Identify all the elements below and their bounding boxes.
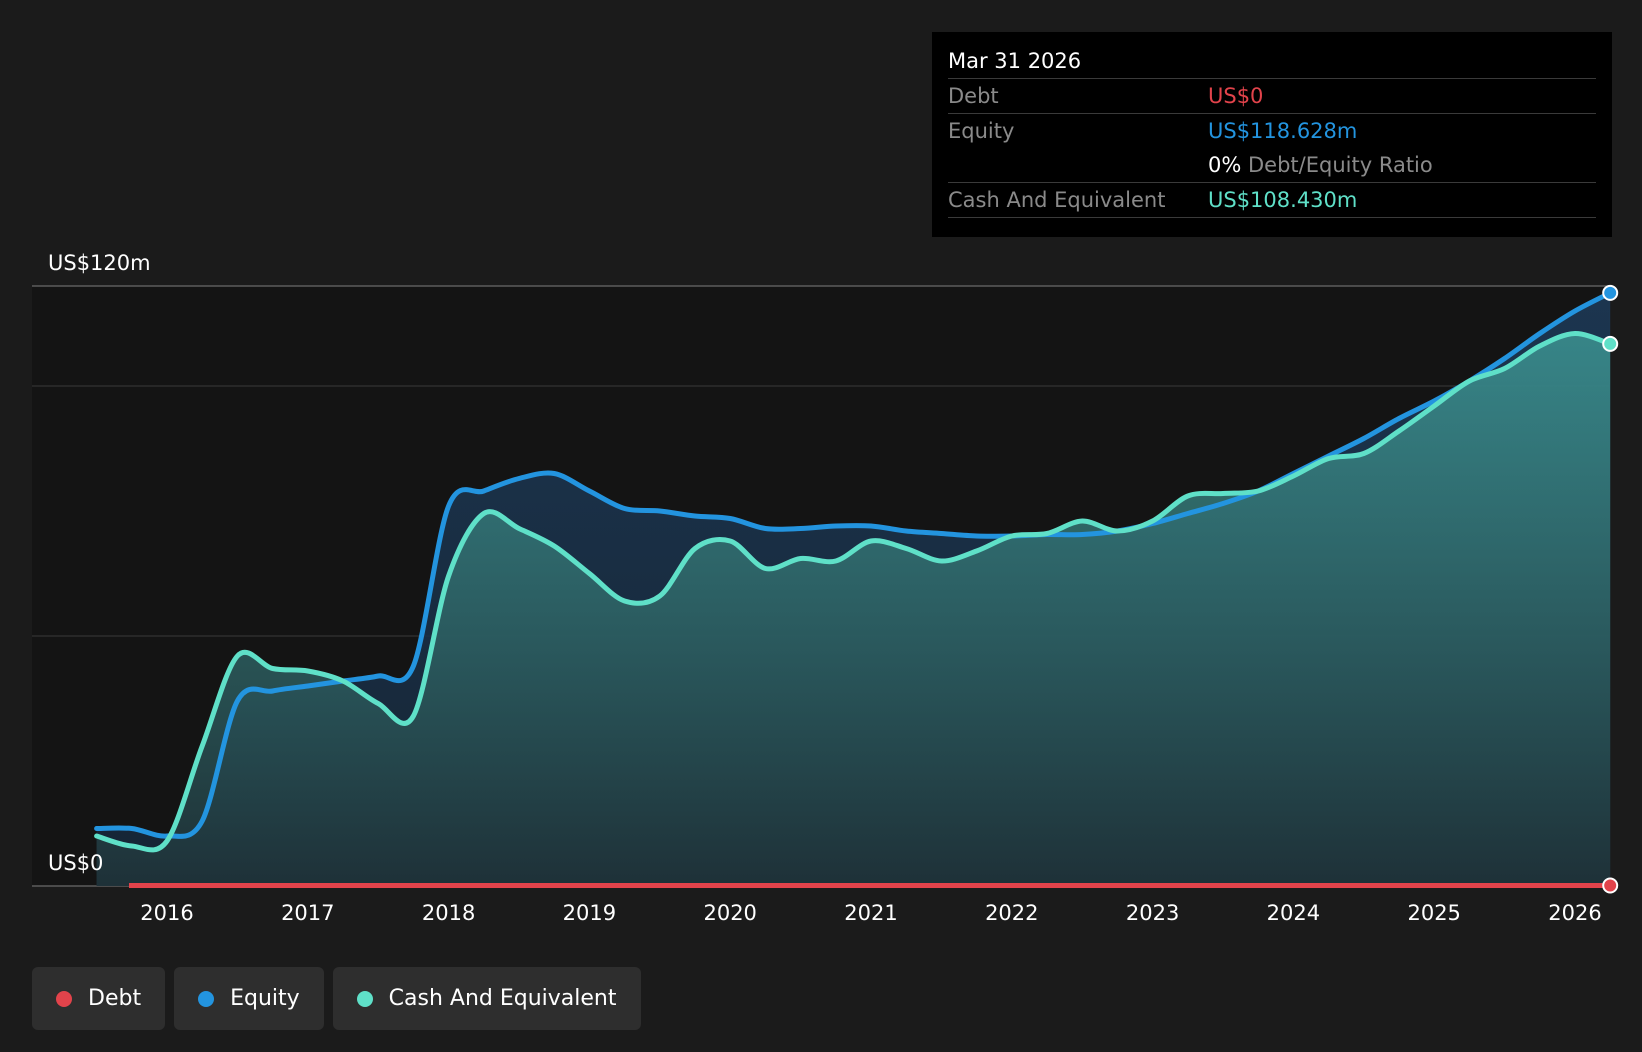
tooltip-debt-label: Debt [948, 84, 999, 108]
x-tick-label: 2024 [1267, 901, 1320, 925]
legend-label-cash: Cash And Equivalent [388, 986, 617, 1011]
legend-item-cash[interactable]: Cash And Equivalent [332, 967, 641, 1030]
y-tick-label: US$0 [48, 851, 103, 875]
legend-dot-cash-icon [356, 990, 373, 1007]
x-tick-label: 2025 [1407, 901, 1460, 925]
tooltip-row-equity: Equity US$118.628m [948, 113, 1596, 148]
legend-label-equity: Equity [230, 986, 300, 1011]
tooltip-ratio-spacer [948, 148, 1208, 182]
tooltip-ratio-label: Debt/Equity Ratio [1248, 153, 1433, 177]
x-tick-label: 2022 [985, 901, 1038, 925]
cash-end-marker [1602, 335, 1619, 352]
legend-dot-debt-icon [56, 990, 72, 1007]
x-tick-label: 2018 [422, 901, 475, 925]
legend-label-debt: Debt [88, 986, 142, 1011]
tooltip-date: Mar 31 2026 [948, 49, 1082, 73]
debt-end-marker [1602, 877, 1619, 894]
legend-item-debt[interactable]: Debt [32, 967, 166, 1030]
equity-end-marker [1602, 284, 1619, 301]
x-tick-label: 2017 [281, 901, 334, 925]
tooltip-cash-label: Cash And Equivalent [948, 188, 1166, 212]
chart-legend: Debt Equity Cash And Equivalent [32, 967, 641, 1030]
x-tick-label: 2016 [140, 901, 193, 925]
tooltip-row-debt: Debt US$0 [948, 78, 1596, 113]
legend-item-equity[interactable]: Equity [174, 967, 324, 1030]
x-tick-label: 2023 [1126, 901, 1179, 925]
tooltip-ratio-value: 0% [1208, 153, 1242, 177]
tooltip-cash-value: US$108.430m [1208, 188, 1358, 212]
y-tick-label: US$120m [48, 251, 151, 275]
tooltip-debt-value: US$0 [1208, 84, 1264, 108]
x-tick-label: 2020 [703, 901, 756, 925]
tooltip-row-cash: Cash And Equivalent US$108.430m [948, 182, 1596, 218]
tooltip-ratio: 0% Debt/Equity Ratio [1208, 148, 1596, 182]
tooltip-panel: Mar 31 2026 Debt US$0 Equity US$118.628m… [932, 32, 1612, 237]
x-tick-label: 2026 [1548, 901, 1601, 925]
tooltip-row-ratio: 0% Debt/Equity Ratio [948, 148, 1596, 182]
tooltip-equity-label: Equity [948, 119, 1015, 143]
x-tick-label: 2019 [563, 901, 616, 925]
tooltip-equity-value: US$118.628m [1208, 119, 1358, 143]
legend-dot-equity-icon [198, 990, 215, 1007]
x-tick-label: 2021 [844, 901, 897, 925]
